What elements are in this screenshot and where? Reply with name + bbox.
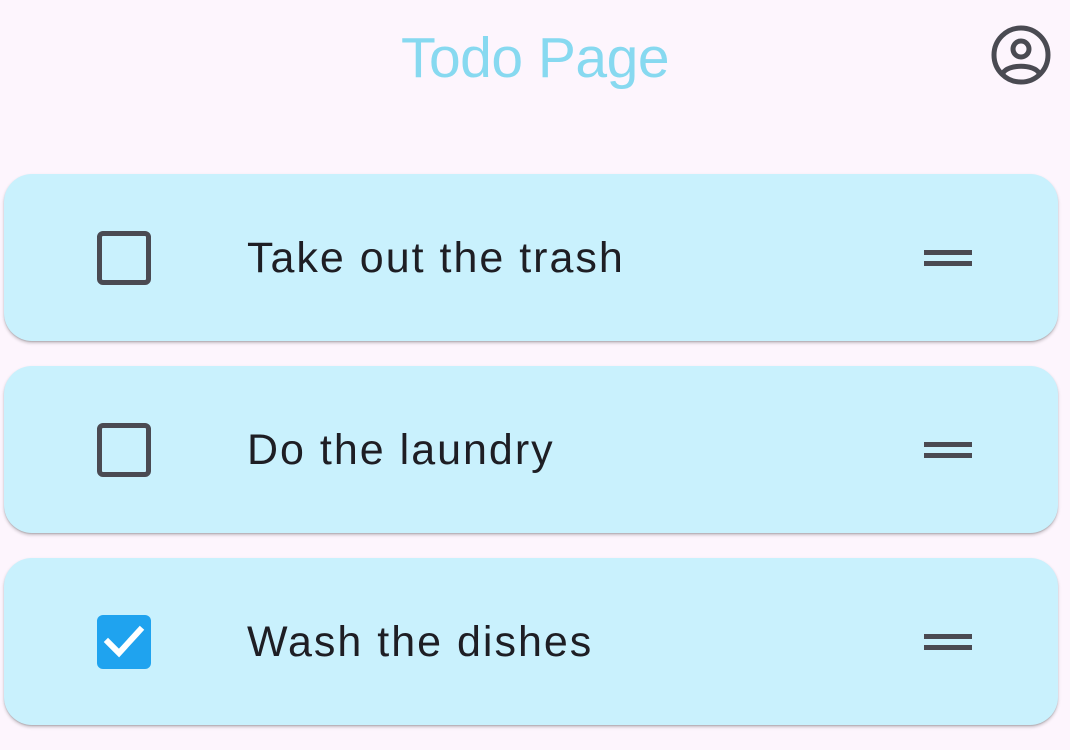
todo-item[interactable]: Do the laundry [4, 366, 1058, 533]
drag-handle-icon[interactable] [920, 434, 980, 466]
todo-checkbox[interactable] [97, 231, 151, 285]
todo-item[interactable]: Take out the trash [4, 174, 1058, 341]
todo-item[interactable]: Wash the dishes [4, 558, 1058, 725]
app-bar: Todo Page [0, 0, 1070, 118]
account-circle-icon [991, 25, 1051, 85]
account-button[interactable] [986, 22, 1056, 88]
drag-handle-icon[interactable] [920, 242, 980, 274]
todo-checkbox[interactable] [97, 615, 151, 669]
checkmark-icon [103, 625, 145, 658]
todo-list: Take out the trash Do the laundry Wash t… [4, 174, 1058, 750]
page-title: Todo Page [400, 26, 670, 90]
drag-handle-icon[interactable] [920, 626, 980, 658]
todo-checkbox[interactable] [97, 423, 151, 477]
todo-label: Do the laundry [247, 426, 555, 474]
todo-label: Take out the trash [247, 234, 625, 282]
todo-label: Wash the dishes [247, 618, 594, 666]
